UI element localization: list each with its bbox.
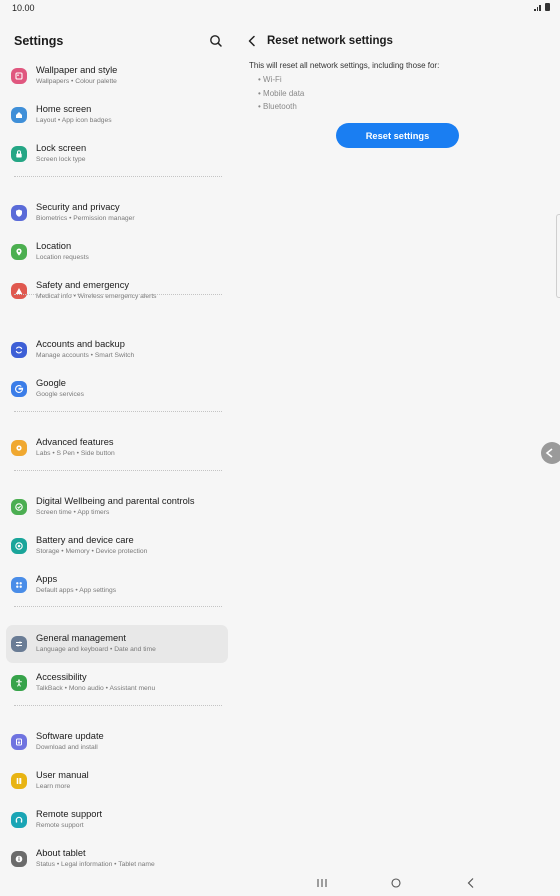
chevron-left-icon [545, 448, 553, 458]
sync-icon [11, 342, 27, 358]
settings-item-title: Accessibility [36, 672, 87, 682]
settings-item-title: General management [36, 633, 126, 643]
settings-item-title: Remote support [36, 809, 103, 819]
settings-item-title: Lock screen [36, 143, 87, 153]
section-divider [14, 705, 222, 706]
settings-item-title: Battery and device care [36, 535, 134, 545]
emergency-icon [11, 283, 27, 299]
settings-item-battery-and-device-care[interactable]: Battery and device care Storage • Memory … [6, 527, 228, 565]
section-divider [14, 411, 222, 412]
settings-item-subtitle: Biometrics • Permission manager [36, 215, 135, 222]
bullet-mobile-data: • Mobile data [258, 89, 305, 98]
status-time: 10.00 [12, 3, 35, 13]
page-title: Settings [14, 34, 64, 48]
settings-item-title: Home screen [36, 104, 92, 114]
section-divider [14, 470, 222, 471]
status-bar: 10.00 [0, 0, 560, 16]
settings-item-subtitle: Download and install [36, 744, 98, 751]
update-icon [11, 734, 27, 750]
section-divider [14, 606, 222, 607]
settings-item-title: Safety and emergency [36, 280, 130, 290]
info-icon [11, 851, 27, 867]
reset-settings-button[interactable]: Reset settings [336, 123, 459, 148]
settings-item-google[interactable]: Google Google services [6, 370, 228, 408]
back-nav-icon[interactable] [464, 876, 478, 888]
google-icon [11, 381, 27, 397]
settings-item-wallpaper-and-style[interactable]: Wallpaper and style Wallpapers • Colour p… [6, 57, 228, 95]
settings-item-software-update[interactable]: Software update Download and install [6, 723, 228, 761]
settings-item-apps[interactable]: Apps Default apps • App settings [6, 566, 228, 604]
search-icon[interactable] [208, 33, 224, 49]
settings-list-panel: Settings Wallpaper and style Wallpapers •… [0, 16, 236, 868]
settings-item-subtitle: Storage • Memory • Device protection [36, 548, 148, 555]
settings-item-title: Digital Wellbeing and parental controls [36, 496, 195, 506]
settings-item-subtitle: Learn more [36, 783, 71, 790]
settings-item-subtitle: Language and keyboard • Date and time [36, 646, 156, 653]
settings-item-subtitle: Screen time • App timers [36, 509, 110, 516]
settings-item-digital-wellbeing-and-parental-controls[interactable]: Digital Wellbeing and parental controls S… [6, 488, 228, 526]
back-icon[interactable] [245, 34, 259, 48]
section-divider [14, 294, 222, 295]
settings-item-subtitle: Screen lock type [36, 156, 86, 163]
location-icon [11, 244, 27, 260]
settings-item-title: Google [36, 378, 66, 388]
bullet-bluetooth: • Bluetooth [258, 102, 297, 111]
edge-panel-handle[interactable] [556, 214, 560, 298]
device-care-icon [11, 538, 27, 554]
settings-item-subtitle: Status • Legal information • Tablet name [36, 861, 155, 868]
settings-item-title: Accounts and backup [36, 339, 125, 349]
settings-item-subtitle: Remote support [36, 822, 84, 829]
settings-item-subtitle: Layout • App icon badges [36, 117, 112, 124]
settings-item-title: Software update [36, 731, 104, 741]
settings-item-lock-screen[interactable]: Lock screen Screen lock type [6, 135, 228, 173]
home-icon [11, 107, 27, 123]
home-button-icon[interactable] [389, 876, 403, 888]
settings-item-title: Security and privacy [36, 202, 120, 212]
wallpaper-icon [11, 68, 27, 84]
lock-icon [11, 146, 27, 162]
settings-item-title: Wallpaper and style [36, 65, 118, 75]
wellbeing-icon [11, 499, 27, 515]
navigation-bar [0, 868, 560, 896]
settings-item-subtitle: Location requests [36, 254, 89, 261]
settings-item-remote-support[interactable]: Remote support Remote support [6, 801, 228, 839]
settings-item-accessibility[interactable]: Accessibility TalkBack • Mono audio • Ass… [6, 664, 228, 702]
gear-plus-icon [11, 440, 27, 456]
reset-description: This will reset all network settings, in… [249, 61, 440, 70]
settings-item-title: Location [36, 241, 72, 251]
settings-item-advanced-features[interactable]: Advanced features Labs • S Pen • Side but… [6, 429, 228, 467]
recents-icon[interactable] [315, 876, 329, 888]
section-divider [14, 176, 222, 177]
settings-item-title: About tablet [36, 848, 86, 858]
settings-item-general-management[interactable]: General management Language and keyboard … [6, 625, 228, 663]
accessibility-icon [11, 675, 27, 691]
settings-item-title: Advanced features [36, 437, 114, 447]
battery-icon [545, 3, 550, 11]
settings-item-home-screen[interactable]: Home screen Layout • App icon badges [6, 96, 228, 134]
bullet-wifi: • Wi-Fi [258, 75, 282, 84]
signal-icon [534, 4, 542, 11]
settings-item-subtitle: Default apps • App settings [36, 587, 117, 594]
settings-item-subtitle: TalkBack • Mono audio • Assistant menu [36, 685, 156, 692]
apps-icon [11, 577, 27, 593]
settings-item-subtitle: Manage accounts • Smart Switch [36, 352, 135, 359]
settings-item-title: User manual [36, 770, 89, 780]
sliders-icon [11, 636, 27, 652]
settings-item-security-and-privacy[interactable]: Security and privacy Biometrics • Permiss… [6, 194, 228, 232]
settings-item-subtitle: Labs • S Pen • Side button [36, 450, 115, 457]
settings-item-safety-and-emergency[interactable]: Safety and emergency Medical info • Wirel… [6, 272, 228, 310]
shield-icon [11, 205, 27, 221]
settings-item-subtitle: Google services [36, 391, 84, 398]
floating-bubble[interactable] [541, 442, 560, 464]
settings-item-location[interactable]: Location Location requests [6, 233, 228, 271]
settings-item-title: Apps [36, 574, 58, 584]
settings-item-accounts-and-backup[interactable]: Accounts and backup Manage accounts • Sma… [6, 331, 228, 369]
headset-icon [11, 812, 27, 828]
settings-item-subtitle: Wallpapers • Colour palette [36, 78, 117, 85]
manual-icon [11, 773, 27, 789]
settings-item-user-manual[interactable]: User manual Learn more [6, 762, 228, 800]
detail-title: Reset network settings [267, 35, 393, 47]
